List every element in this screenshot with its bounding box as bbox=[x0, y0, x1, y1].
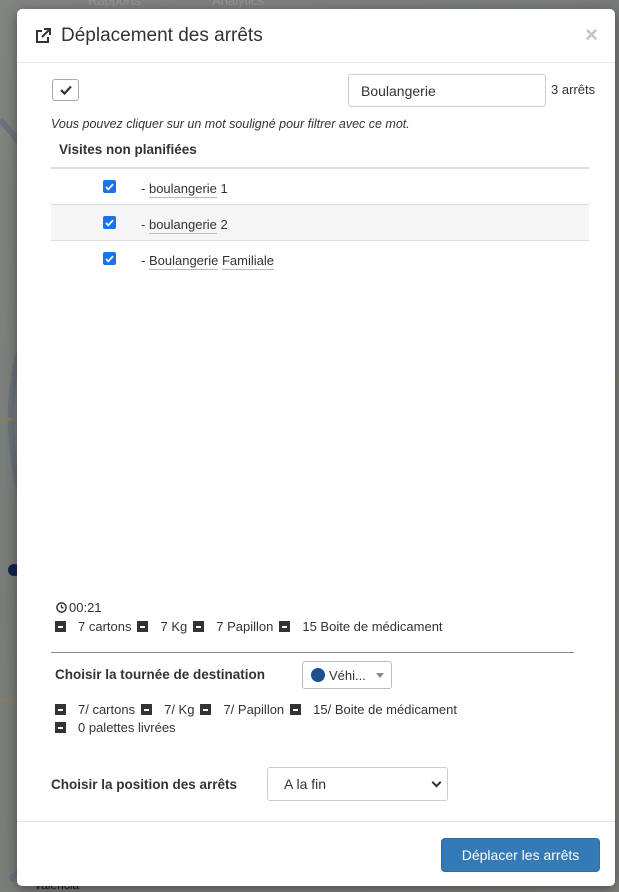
unplanned-visits-title: Visites non planifiées bbox=[59, 142, 197, 157]
stop-prefix: - bbox=[141, 253, 146, 268]
position-selected-value: A la fin bbox=[284, 776, 327, 792]
position-select[interactable]: A la fin bbox=[267, 767, 448, 801]
caret-down-icon bbox=[376, 673, 384, 678]
external-link-icon bbox=[36, 28, 51, 43]
stop-label: - boulangerie 1 bbox=[141, 181, 228, 198]
stop-number: 2 bbox=[220, 217, 228, 232]
vehicle-color-dot bbox=[311, 668, 325, 682]
chevron-down-icon bbox=[431, 777, 442, 788]
filter-word-link[interactable]: boulangerie bbox=[148, 217, 217, 234]
quantity-value: 7 cartons bbox=[78, 619, 132, 634]
stop-prefix: - bbox=[141, 217, 146, 232]
quantity-value: 7 Papillon bbox=[216, 619, 274, 634]
box-icon bbox=[55, 704, 66, 715]
stop-checkbox[interactable] bbox=[103, 216, 116, 229]
select-all-checkbox[interactable] bbox=[52, 79, 79, 101]
vehicle-selected-value: Véhi... bbox=[329, 667, 366, 683]
move-stops-button[interactable]: Déplacer les arrêts bbox=[441, 838, 600, 872]
quantity-value: 15 Boite de médicament bbox=[302, 619, 443, 634]
search-input[interactable] bbox=[348, 74, 546, 107]
move-stops-modal: Déplacement des arrêts × 3 arrêts Vous p… bbox=[17, 9, 615, 886]
stop-checkbox[interactable] bbox=[103, 180, 116, 193]
modal-header: Déplacement des arrêts × bbox=[17, 9, 615, 63]
quantity-value: 7/ Kg bbox=[164, 702, 195, 717]
box-icon bbox=[290, 704, 302, 715]
filter-hint: Vous pouvez cliquer sur un mot souligné … bbox=[51, 117, 410, 131]
box-icon bbox=[137, 621, 149, 632]
duration-value: 00:21 bbox=[69, 600, 102, 615]
modal-footer: Déplacer les arrêts bbox=[17, 821, 615, 886]
stop-prefix: - bbox=[141, 181, 146, 196]
box-icon bbox=[279, 621, 291, 632]
destination-label: Choisir la tournée de destination bbox=[55, 667, 266, 682]
clock-icon bbox=[56, 602, 67, 613]
close-button[interactable]: × bbox=[585, 22, 598, 48]
stop-row[interactable]: - boulangerie 2 bbox=[51, 205, 589, 241]
vehicle-select[interactable]: Véhi... bbox=[302, 661, 392, 689]
stop-label: - Boulangerie Familiale bbox=[141, 253, 274, 270]
stop-label: - boulangerie 2 bbox=[141, 217, 228, 234]
stop-row[interactable]: - Boulangerie Familiale bbox=[51, 241, 589, 277]
box-icon bbox=[55, 722, 66, 733]
check-icon bbox=[59, 85, 72, 95]
position-label: Choisir la position des arrêts bbox=[51, 777, 238, 792]
quantity-value: 7/ cartons bbox=[78, 702, 136, 717]
box-icon bbox=[193, 621, 205, 632]
stop-row[interactable]: - boulangerie 1 bbox=[51, 169, 589, 205]
quantity-value: 15/ Boite de médicament bbox=[313, 702, 457, 717]
stop-checkbox[interactable] bbox=[103, 252, 116, 265]
filter-word-link[interactable]: Boulangerie bbox=[148, 253, 219, 270]
palettes-delivered: 0 palettes livrées bbox=[55, 720, 176, 735]
stop-quantities: 7 cartons 7 Kg 7 Papillon 15 Boite de mé… bbox=[55, 619, 449, 634]
quantity-value: 7 Kg bbox=[160, 619, 188, 634]
box-icon bbox=[200, 704, 212, 715]
stop-number: 1 bbox=[220, 181, 228, 196]
destination-quantities: 7/ cartons 7/ Kg 7/ Papillon 15/ Boite d… bbox=[55, 702, 463, 717]
filter-word-link[interactable]: Familiale bbox=[221, 253, 274, 270]
stop-count: 3 arrêts bbox=[551, 82, 596, 97]
divider bbox=[51, 652, 574, 653]
palettes-value: 0 palettes livrées bbox=[78, 720, 176, 735]
duration: 00:21 bbox=[56, 600, 102, 615]
quantity-value: 7/ Papillon bbox=[223, 702, 285, 717]
filter-word-link[interactable]: boulangerie bbox=[148, 181, 217, 198]
box-icon bbox=[141, 704, 153, 715]
box-icon bbox=[55, 621, 66, 632]
modal-title: Déplacement des arrêts bbox=[61, 25, 263, 46]
stop-list: - boulangerie 1 - boulangerie 2 - Boulan… bbox=[51, 167, 589, 277]
